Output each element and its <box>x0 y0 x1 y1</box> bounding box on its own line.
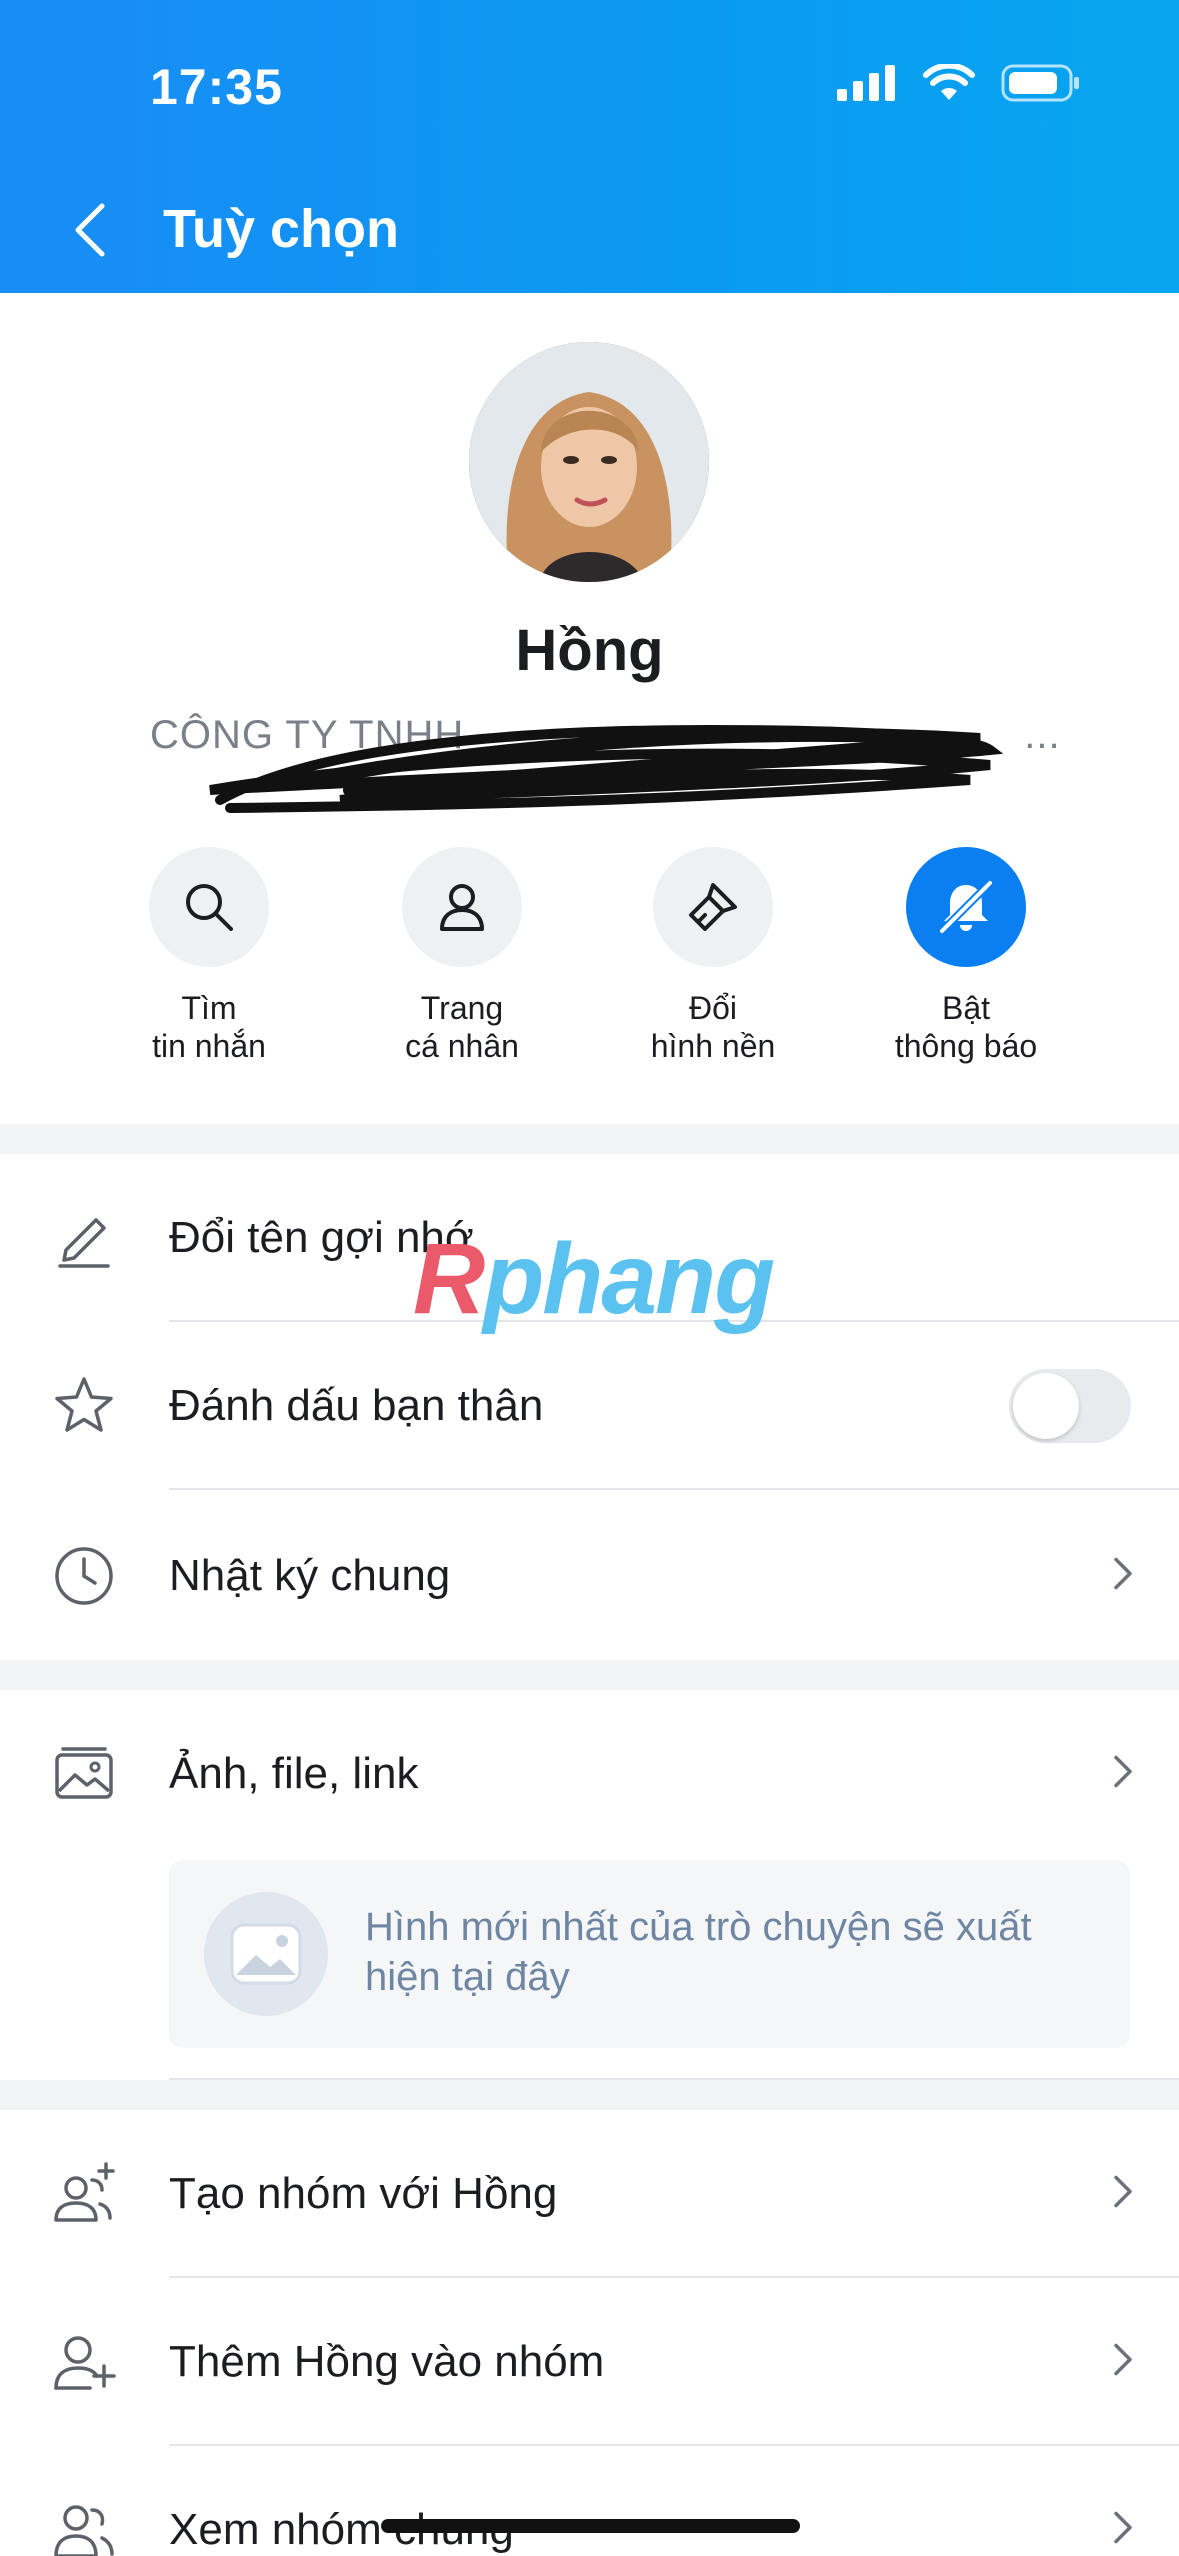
media-placeholder-text: Hình mới nhất của trò chuyện sẽ xuất hiệ… <box>365 1905 1032 1999</box>
avatar-photo <box>469 342 709 582</box>
star-icon <box>50 1372 118 1440</box>
section-divider <box>0 1660 1179 1690</box>
clock-icon <box>50 1542 118 1610</box>
image-placeholder-icon <box>204 1892 328 2016</box>
watermark-logo: Rphang <box>413 1222 775 1337</box>
menu-diary[interactable]: Nhật ký chung <box>0 1492 1179 1660</box>
gallery-icon <box>50 1740 118 1808</box>
action-search-line2: tin nhắn <box>152 1028 266 1064</box>
row-separator <box>169 1488 1179 1490</box>
action-change-background[interactable]: Đổi hình nền <box>588 847 838 1065</box>
menu-best-friend-label: Đánh dấu bạn thân <box>169 1381 544 1430</box>
page-title: Tuỳ chọn <box>163 199 399 259</box>
contact-name: Hồng <box>515 618 664 683</box>
best-friend-toggle[interactable] <box>1009 1369 1131 1443</box>
action-enable-notifications[interactable]: Bật thông báo <box>841 847 1091 1065</box>
chevron-right-icon <box>1111 2174 1135 2215</box>
action-search-messages[interactable]: Tìm tin nhắn <box>84 847 334 1065</box>
chevron-left-icon <box>75 203 105 257</box>
menu-media-label: Ảnh, file, link <box>169 1749 419 1798</box>
chevron-right-icon <box>1111 1556 1135 1597</box>
action-notifications-circle[interactable] <box>906 847 1026 967</box>
company-name-ellipsis: ... <box>1024 713 1061 757</box>
watermark-first: R <box>413 1223 485 1335</box>
header-bar: 17:35 Tuỳ chọn <box>0 0 1179 293</box>
action-background-line1: Đổi <box>688 990 737 1026</box>
battery-icon <box>1001 64 1079 102</box>
status-icons <box>837 64 1081 102</box>
action-profile[interactable]: Trang cá nhân <box>337 847 587 1065</box>
watermark-rest: phang <box>483 1223 775 1335</box>
chevron-right-icon <box>1111 1754 1135 1795</box>
action-profile-circle[interactable] <box>402 847 522 967</box>
action-notifications-line2: thông báo <box>894 1028 1038 1064</box>
menu-add-to-group[interactable]: Thêm Hồng vào nhóm <box>0 2278 1179 2446</box>
action-profile-label: Trang cá nhân <box>337 989 587 1065</box>
chevron-right-icon <box>1111 2510 1135 2551</box>
action-profile-line1: Trang <box>420 990 504 1026</box>
media-preview-box[interactable]: Hình mới nhất của trò chuyện sẽ xuất hiệ… <box>169 1860 1130 2048</box>
wifi-icon <box>923 64 975 100</box>
toggle-knob <box>1013 1373 1079 1439</box>
action-profile-line2: cá nhân <box>405 1028 519 1064</box>
home-indicator[interactable] <box>381 2519 800 2533</box>
action-search-label: Tìm tin nhắn <box>84 989 334 1065</box>
brush-icon <box>689 883 737 931</box>
menu-create-group[interactable]: Tạo nhóm với Hồng <box>0 2110 1179 2278</box>
action-background-line2: hình nền <box>650 1028 776 1064</box>
user-add-icon <box>50 2328 118 2396</box>
section-divider <box>0 1124 1179 1154</box>
group-add-icon <box>50 2160 118 2228</box>
menu-diary-label: Nhật ký chung <box>169 1551 451 1600</box>
bell-off-icon <box>938 879 994 935</box>
search-icon <box>186 884 233 931</box>
action-background-label: Đổi hình nền <box>588 989 838 1065</box>
signal-icon <box>837 65 895 101</box>
section-divider <box>0 2080 1179 2110</box>
menu-best-friend[interactable]: Đánh dấu bạn thân <box>0 1322 1179 1490</box>
avatar[interactable] <box>469 342 709 582</box>
menu-common-groups[interactable]: Xem nhóm chung <box>0 2446 1179 2556</box>
menu-add-to-group-label: Thêm Hồng vào nhóm <box>169 2337 605 2386</box>
menu-create-group-label: Tạo nhóm với Hồng <box>169 2169 558 2218</box>
action-search-circle[interactable] <box>149 847 269 967</box>
chevron-right-icon <box>1111 2342 1135 2383</box>
action-notifications-line1: Bật <box>941 990 991 1026</box>
action-background-circle[interactable] <box>653 847 773 967</box>
menu-media[interactable]: Ảnh, file, link <box>0 1690 1179 1858</box>
pencil-icon <box>50 1204 118 1272</box>
action-notifications-label: Bật thông báo <box>841 989 1091 1065</box>
back-button[interactable] <box>60 195 120 265</box>
users-icon <box>50 2496 118 2556</box>
action-search-line1: Tìm <box>181 990 237 1026</box>
user-icon <box>440 884 484 931</box>
redaction-scribble <box>209 724 1004 813</box>
status-time: 17:35 <box>150 59 283 115</box>
